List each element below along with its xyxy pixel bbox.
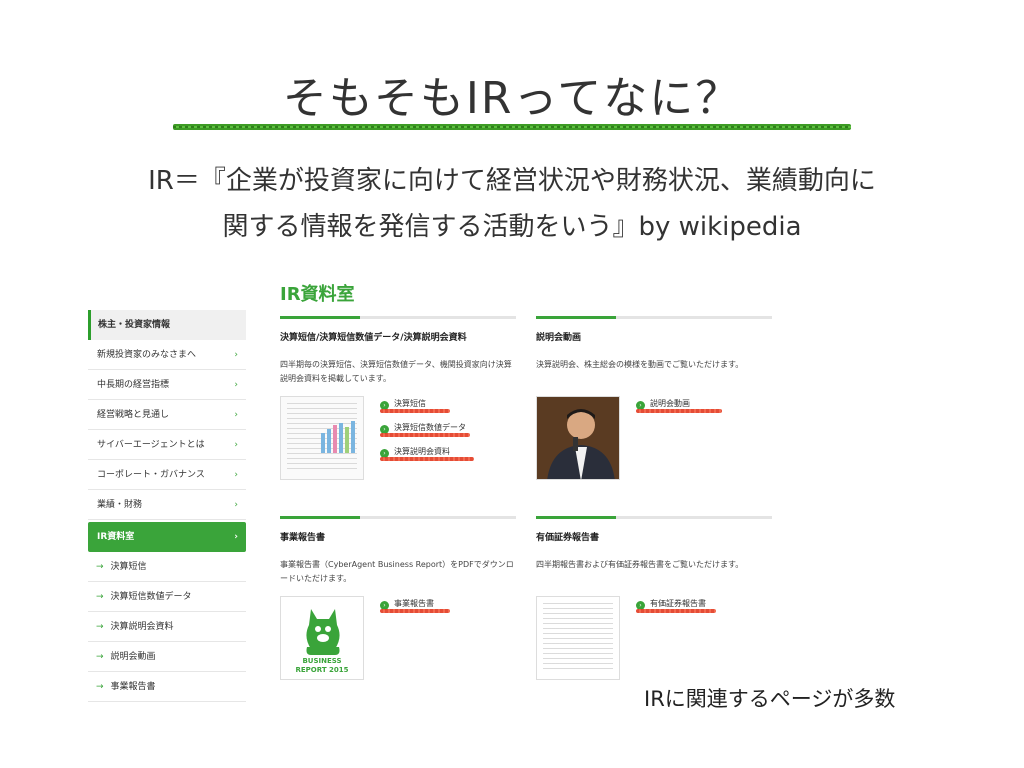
sidebar-item-label: IR資料室 <box>97 532 135 542</box>
link-securities-report[interactable]: › 有価証券報告書 <box>636 598 716 622</box>
link-briefing-video[interactable]: › 説明会動画 <box>636 398 722 422</box>
sidebar-item-label: 新規投資家のみなさまへ <box>97 350 197 360</box>
card-securities-report: 有価証券報告書 四半期報告書および有価証券報告書をご覧いただけます。 › 有価証券… <box>536 516 772 686</box>
presenter-photo-icon <box>537 397 619 479</box>
sidebar-item-label: 業績・財務 <box>97 500 143 510</box>
card-title: 有価証券報告書 <box>536 533 600 543</box>
card-description: 四半期毎の決算短信、決算短信数値データ、機関投資家向け決算説明会資料を掲載してい… <box>280 360 512 383</box>
sidebar: 株主・投資家情報 新規投資家のみなさまへ › 中長期の経営指標 › 経営戦略と見… <box>88 310 246 702</box>
link-label: 決算説明会資料 <box>394 447 450 456</box>
chevron-right-icon: › <box>234 440 238 450</box>
card-links: › 有価証券報告書 <box>636 598 716 622</box>
card-description: 四半期報告書および有価証券報告書をご覧いただけます。 <box>536 560 744 569</box>
chevron-right-icon: › <box>234 470 238 480</box>
bar-chart-icon <box>321 421 355 453</box>
card-briefing-video: 説明会動画 決算説明会、株主総会の模様を動画でご覧いただけます。 › 説明会動画 <box>536 316 772 486</box>
card-top-bar <box>536 516 772 519</box>
sidebar-subitem-label: 決算説明会資料 <box>110 622 174 632</box>
arrow-right-icon: → <box>96 652 104 662</box>
card-description: 決算説明会、株主総会の模様を動画でご覧いただけます。 <box>536 360 744 369</box>
sidebar-subitem-earnings[interactable]: → 決算短信 <box>88 552 246 582</box>
chevron-right-icon: › <box>234 532 238 542</box>
link-label: 有価証券報告書 <box>650 599 706 608</box>
definition-line-1: IR＝『企業が投資家に向けて経営状況や財務状況、業績動向に <box>148 166 876 196</box>
link-earnings-data[interactable]: › 決算短信数値データ <box>380 422 470 446</box>
earnings-document-thumbnail[interactable] <box>280 396 364 480</box>
card-title: 事業報告書 <box>280 533 326 543</box>
arrow-right-icon: → <box>96 592 104 602</box>
red-underline-annotation <box>380 457 474 461</box>
sidebar-item-new-investors[interactable]: 新規投資家のみなさまへ › <box>88 340 246 370</box>
thumbnail-text-line-1: BUSINESS <box>302 657 342 665</box>
card-links: › 説明会動画 <box>636 398 722 422</box>
arrow-right-icon: → <box>96 622 104 632</box>
sidebar-item-mid-term-indicators[interactable]: 中長期の経営指標 › <box>88 370 246 400</box>
sidebar-item-label: コーポレート・ガバナンス <box>97 470 205 480</box>
thumbnail-text-line-2: REPORT 2015 <box>295 666 349 674</box>
sidebar-header: 株主・投資家情報 <box>88 310 246 340</box>
red-underline-annotation <box>380 409 450 413</box>
card-links: › 事業報告書 <box>380 598 450 622</box>
card-business-report: 事業報告書 事業報告書（CyberAgent Business Report）を… <box>280 516 516 686</box>
red-underline-annotation <box>636 609 716 613</box>
link-business-report[interactable]: › 事業報告書 <box>380 598 450 622</box>
video-thumbnail[interactable] <box>536 396 620 480</box>
arrow-right-icon: → <box>96 682 104 692</box>
card-description: 事業報告書（CyberAgent Business Report）をPDFでダウ… <box>280 560 514 583</box>
ir-library-heading: IR資料室 <box>280 284 355 305</box>
sidebar-item-performance[interactable]: 業績・財務 › <box>88 490 246 520</box>
definition-line-2: 関する情報を発信する活動をいう』by wikipedia <box>222 212 802 242</box>
sidebar-subitem-briefing-video[interactable]: → 説明会動画 <box>88 642 246 672</box>
sidebar-subitem-label: 説明会動画 <box>110 652 156 662</box>
sidebar-subitem-briefing-materials[interactable]: → 決算説明会資料 <box>88 612 246 642</box>
sidebar-item-strategy[interactable]: 経営戦略と見通し › <box>88 400 246 430</box>
document-lines-decoration <box>543 603 613 673</box>
card-links: › 決算短信 › 決算短信数値データ › 決算説明会資料 <box>380 398 474 470</box>
sidebar-item-label: 中長期の経営指標 <box>97 380 170 390</box>
arrow-right-icon: → <box>96 562 104 572</box>
sidebar-item-governance[interactable]: コーポレート・ガバナンス › <box>88 460 246 490</box>
card-title: 決算短信/決算短信数値データ/決算説明会資料 <box>280 333 467 343</box>
sidebar-subitem-label: 決算短信 <box>110 562 147 572</box>
chevron-right-icon: › <box>234 410 238 420</box>
definition-text: IR＝『企業が投資家に向けて経営状況や財務状況、業績動向に 関する情報を発信する… <box>0 158 1024 250</box>
red-underline-annotation <box>380 433 470 437</box>
sidebar-item-about[interactable]: サイバーエージェントとは › <box>88 430 246 460</box>
card-top-bar <box>280 516 516 519</box>
sidebar-item-label: サイバーエージェントとは <box>97 440 205 450</box>
business-report-thumbnail[interactable]: BUSINESS REPORT 2015 <box>280 596 364 680</box>
sidebar-subitem-business-report[interactable]: → 事業報告書 <box>88 672 246 702</box>
title-underline <box>173 124 851 130</box>
sidebar-subitem-label: 事業報告書 <box>110 682 156 692</box>
card-earnings: 決算短信/決算短信数値データ/決算説明会資料 四半期毎の決算短信、決算短信数値デ… <box>280 316 516 486</box>
card-title: 説明会動画 <box>536 333 582 343</box>
red-underline-annotation <box>636 409 722 413</box>
chevron-right-icon: › <box>234 350 238 360</box>
slide-caption: IRに関連するページが多数 <box>644 687 896 711</box>
link-label: 決算短信数値データ <box>394 423 466 432</box>
link-label: 決算短信 <box>394 399 426 408</box>
link-label: 説明会動画 <box>650 399 690 408</box>
securities-report-thumbnail[interactable] <box>536 596 620 680</box>
red-underline-annotation <box>380 609 450 613</box>
sidebar-item-label: 経営戦略と見通し <box>97 410 170 420</box>
ir-page-screenshot: 株主・投資家情報 新規投資家のみなさまへ › 中長期の経営指標 › 経営戦略と見… <box>88 268 788 702</box>
slide-title: そもそもIRってなに？ <box>282 73 742 124</box>
sidebar-subitem-earnings-data[interactable]: → 決算短信数値データ <box>88 582 246 612</box>
sidebar-item-ir-library[interactable]: IR資料室 › <box>88 522 246 552</box>
chevron-right-icon: › <box>234 380 238 390</box>
card-top-bar <box>280 316 516 319</box>
link-label: 事業報告書 <box>394 599 434 608</box>
sidebar-subitem-label: 決算短信数値データ <box>110 592 192 602</box>
link-briefing-materials[interactable]: › 決算説明会資料 <box>380 446 474 470</box>
chevron-right-icon: › <box>234 500 238 510</box>
link-earnings[interactable]: › 決算短信 <box>380 398 466 422</box>
card-top-bar <box>536 316 772 319</box>
